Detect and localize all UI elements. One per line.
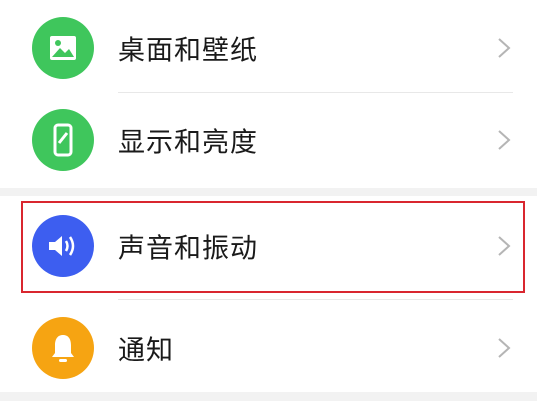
- image-icon: [32, 17, 94, 79]
- settings-item-notifications[interactable]: 通知: [0, 300, 537, 396]
- settings-item-label: 显示和亮度: [118, 127, 258, 159]
- chevron-right-icon: [498, 338, 511, 358]
- settings-item-display-brightness[interactable]: 显示和亮度: [0, 92, 537, 188]
- chevron-right-icon: [498, 130, 511, 150]
- phone-brightness-icon: [32, 109, 94, 171]
- settings-item-label: 桌面和壁纸: [118, 35, 258, 67]
- settings-item-label: 通知: [118, 335, 174, 367]
- settings-item-desktop-wallpaper[interactable]: 桌面和壁纸: [0, 0, 537, 96]
- chevron-right-icon: [498, 38, 511, 58]
- bell-icon: [32, 317, 94, 379]
- highlight-box: [21, 201, 525, 293]
- settings-group-display: 桌面和壁纸 显示和亮度: [0, 0, 537, 188]
